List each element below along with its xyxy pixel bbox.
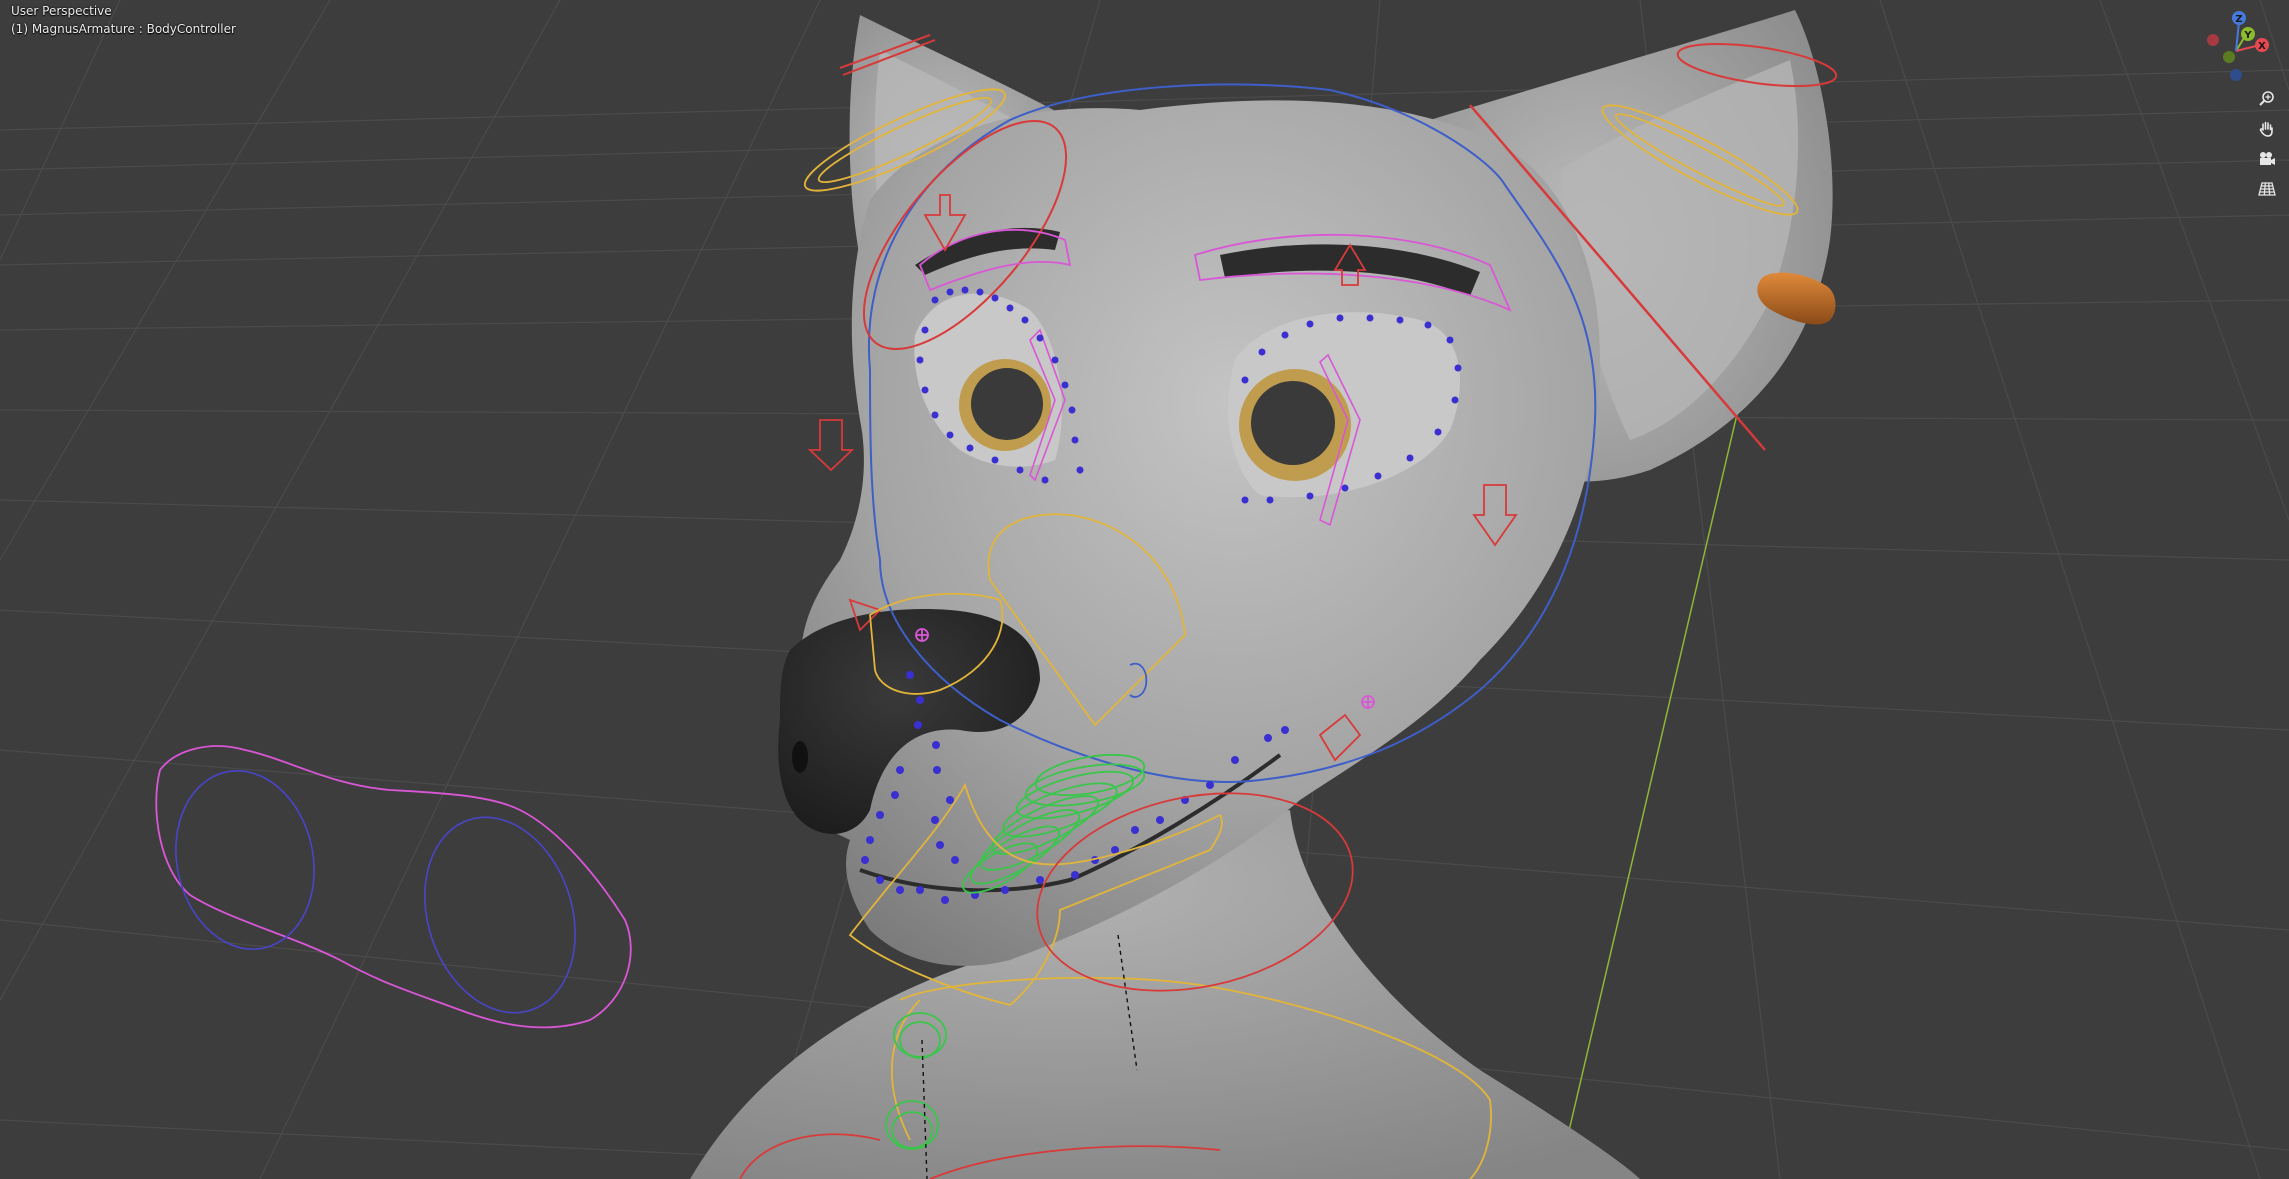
- zoom-button[interactable]: [2254, 86, 2280, 112]
- viewport-scene[interactable]: [0, 0, 2289, 1179]
- grid-icon: [2258, 182, 2276, 196]
- camera-button[interactable]: [2254, 146, 2280, 172]
- gizmo-neg-x: [2207, 34, 2219, 46]
- viewport-active-object: (1) MagnusArmature : BodyController: [11, 22, 236, 36]
- pupil-left: [971, 368, 1043, 440]
- magnifier-plus-icon: [2259, 91, 2274, 106]
- navigation-gizmo[interactable]: Z Y X: [2196, 4, 2286, 88]
- nostril: [792, 741, 808, 773]
- pupil-right: [1251, 381, 1335, 465]
- gizmo-x-label: X: [2258, 41, 2266, 52]
- gizmo-neg-z: [2230, 69, 2242, 81]
- hand-icon: [2259, 121, 2273, 137]
- camera-icon: [2260, 152, 2275, 165]
- viewport-view-name: User Perspective: [11, 4, 112, 18]
- ortho-toggle-button[interactable]: [2254, 176, 2280, 202]
- gizmo-z-label: Z: [2235, 14, 2242, 25]
- 3d-viewport[interactable]: User Perspective (1) MagnusArmature : Bo…: [0, 0, 2289, 1179]
- pan-button[interactable]: [2254, 116, 2280, 142]
- gizmo-y-label: Y: [2243, 30, 2252, 41]
- gizmo-neg-y: [2223, 51, 2235, 63]
